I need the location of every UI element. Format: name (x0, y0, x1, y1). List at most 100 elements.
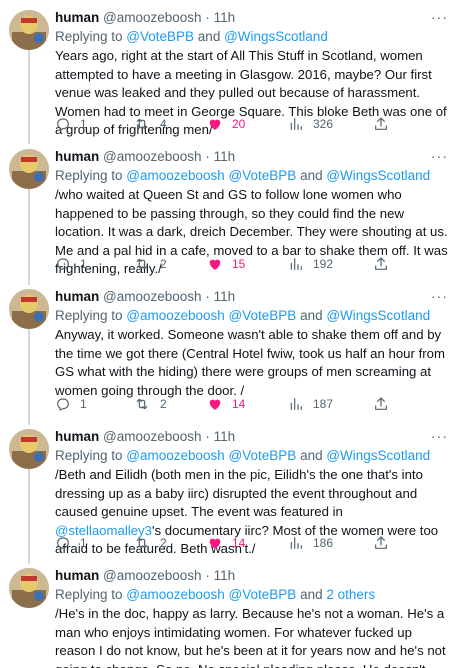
like-icon (209, 538, 221, 549)
retweet-count: 2 (160, 536, 167, 550)
views-count: 326 (313, 117, 334, 131)
reply-mention[interactable]: @WingsScotland (326, 308, 430, 323)
reply-count: 1 (80, 117, 87, 131)
avatar[interactable] (9, 289, 49, 329)
reply-button[interactable]: 1 (55, 534, 87, 552)
avatar[interactable] (9, 429, 49, 469)
views-button[interactable]: 192 (288, 255, 333, 273)
tweet-text-part: /Beth and Eilidh (both men in the pic, E… (55, 467, 423, 519)
timestamp[interactable]: 11h (214, 149, 236, 164)
share-button[interactable] (373, 395, 389, 413)
share-button[interactable] (373, 255, 389, 273)
retweet-icon (136, 398, 148, 410)
reply-mention[interactable]: @WingsScotland (224, 29, 328, 44)
like-button[interactable]: 15 (207, 255, 245, 273)
reply-button[interactable]: 1 (55, 395, 87, 413)
like-button[interactable]: 20 (207, 115, 245, 133)
user-handle[interactable]: @amoozeboosh (103, 568, 202, 583)
replying-to-label: Replying to (55, 168, 127, 183)
views-icon (290, 258, 302, 270)
reply-count: 1 (80, 536, 87, 550)
tweet-actions: 1 4 20 326 (55, 115, 450, 133)
reply-mention[interactable]: @amoozeboosh @VoteBPB (126, 168, 296, 183)
replying-to-label: Replying to (55, 587, 127, 602)
timestamp[interactable]: 11h (214, 10, 236, 25)
like-button[interactable]: 14 (207, 395, 245, 413)
more-icon[interactable]: ··· (431, 289, 448, 303)
retweet-button[interactable]: 2 (133, 534, 167, 552)
replying-to-and: and (296, 168, 327, 183)
replying-to-label: Replying to (55, 29, 127, 44)
tweet-actions: 1 2 15 192 (55, 255, 450, 273)
replying-to-and: and (296, 587, 327, 602)
replying-to-and: and (296, 308, 327, 323)
more-icon[interactable]: ··· (431, 10, 448, 24)
views-button[interactable]: 187 (288, 395, 333, 413)
reply-button[interactable]: 1 (55, 115, 87, 133)
user-handle[interactable]: @amoozeboosh (103, 149, 202, 164)
like-count: 20 (232, 117, 246, 131)
more-icon[interactable]: ··· (431, 149, 448, 163)
share-icon (375, 117, 387, 130)
reply-mention[interactable]: @WingsScotland (326, 168, 430, 183)
replying-to-label: Replying to (55, 448, 127, 463)
display-name[interactable]: human (55, 289, 99, 304)
reply-mention[interactable]: 2 others (326, 587, 375, 602)
reply-icon (57, 258, 69, 271)
retweet-icon (136, 118, 148, 130)
reply-mention[interactable]: @amoozeboosh @VoteBPB (126, 587, 296, 602)
display-name[interactable]: human (55, 429, 99, 444)
separator-dot: · (205, 568, 210, 583)
like-icon (209, 119, 221, 130)
retweet-icon (136, 537, 148, 549)
user-handle[interactable]: @amoozeboosh (103, 289, 202, 304)
reply-mention[interactable]: @amoozeboosh @VoteBPB (126, 448, 296, 463)
more-icon[interactable]: ··· (431, 429, 448, 443)
separator-dot: · (205, 429, 210, 444)
views-icon (290, 537, 302, 549)
timestamp[interactable]: 11h (214, 568, 236, 583)
avatar[interactable] (9, 149, 49, 189)
views-icon (290, 118, 302, 130)
reply-mention[interactable]: @WingsScotland (326, 448, 430, 463)
thread-line (28, 329, 30, 425)
display-name[interactable]: human (55, 10, 99, 25)
reply-icon (57, 398, 69, 411)
replying-to-label: Replying to (55, 308, 127, 323)
tweet-header: human @amoozeboosh · 11h (55, 566, 450, 586)
replying-to: Replying to @amoozeboosh @VoteBPB and @W… (55, 446, 430, 465)
avatar[interactable] (9, 568, 49, 608)
tweet-text: Anyway, it worked. Someone wasn't able t… (55, 327, 445, 398)
views-count: 192 (313, 257, 334, 271)
retweet-count: 2 (160, 397, 167, 411)
tweet-header: human @amoozeboosh · 11h (55, 287, 450, 307)
replying-to-and: and (194, 29, 225, 44)
timestamp[interactable]: 11h (214, 429, 236, 444)
replying-to: Replying to @amoozeboosh @VoteBPB and @W… (55, 306, 430, 325)
replying-to: Replying to @VoteBPB and @WingsScotland (55, 27, 328, 46)
thread-line (28, 50, 30, 144)
retweet-button[interactable]: 4 (133, 115, 167, 133)
user-handle[interactable]: @amoozeboosh (103, 10, 202, 25)
reply-mention[interactable]: @amoozeboosh @VoteBPB (126, 308, 296, 323)
reply-button[interactable]: 1 (55, 255, 87, 273)
user-handle[interactable]: @amoozeboosh (103, 429, 202, 444)
share-button[interactable] (373, 534, 389, 552)
like-icon (209, 399, 221, 410)
reply-mention[interactable]: @VoteBPB (126, 29, 194, 44)
display-name[interactable]: human (55, 149, 99, 164)
share-button[interactable] (373, 115, 389, 133)
avatar[interactable] (9, 10, 49, 50)
reply-icon (57, 118, 69, 131)
retweet-button[interactable]: 2 (133, 255, 167, 273)
timestamp[interactable]: 11h (214, 289, 236, 304)
tweet-header: human @amoozeboosh · 11h (55, 8, 450, 28)
tweet-header: human @amoozeboosh · 11h (55, 147, 450, 167)
views-button[interactable]: 326 (288, 115, 333, 133)
retweet-button[interactable]: 2 (133, 395, 167, 413)
views-button[interactable]: 186 (288, 534, 333, 552)
replying-to: Replying to @amoozeboosh @VoteBPB and @W… (55, 166, 430, 185)
thread-line (28, 468, 30, 564)
like-button[interactable]: 14 (207, 534, 245, 552)
display-name[interactable]: human (55, 568, 99, 583)
